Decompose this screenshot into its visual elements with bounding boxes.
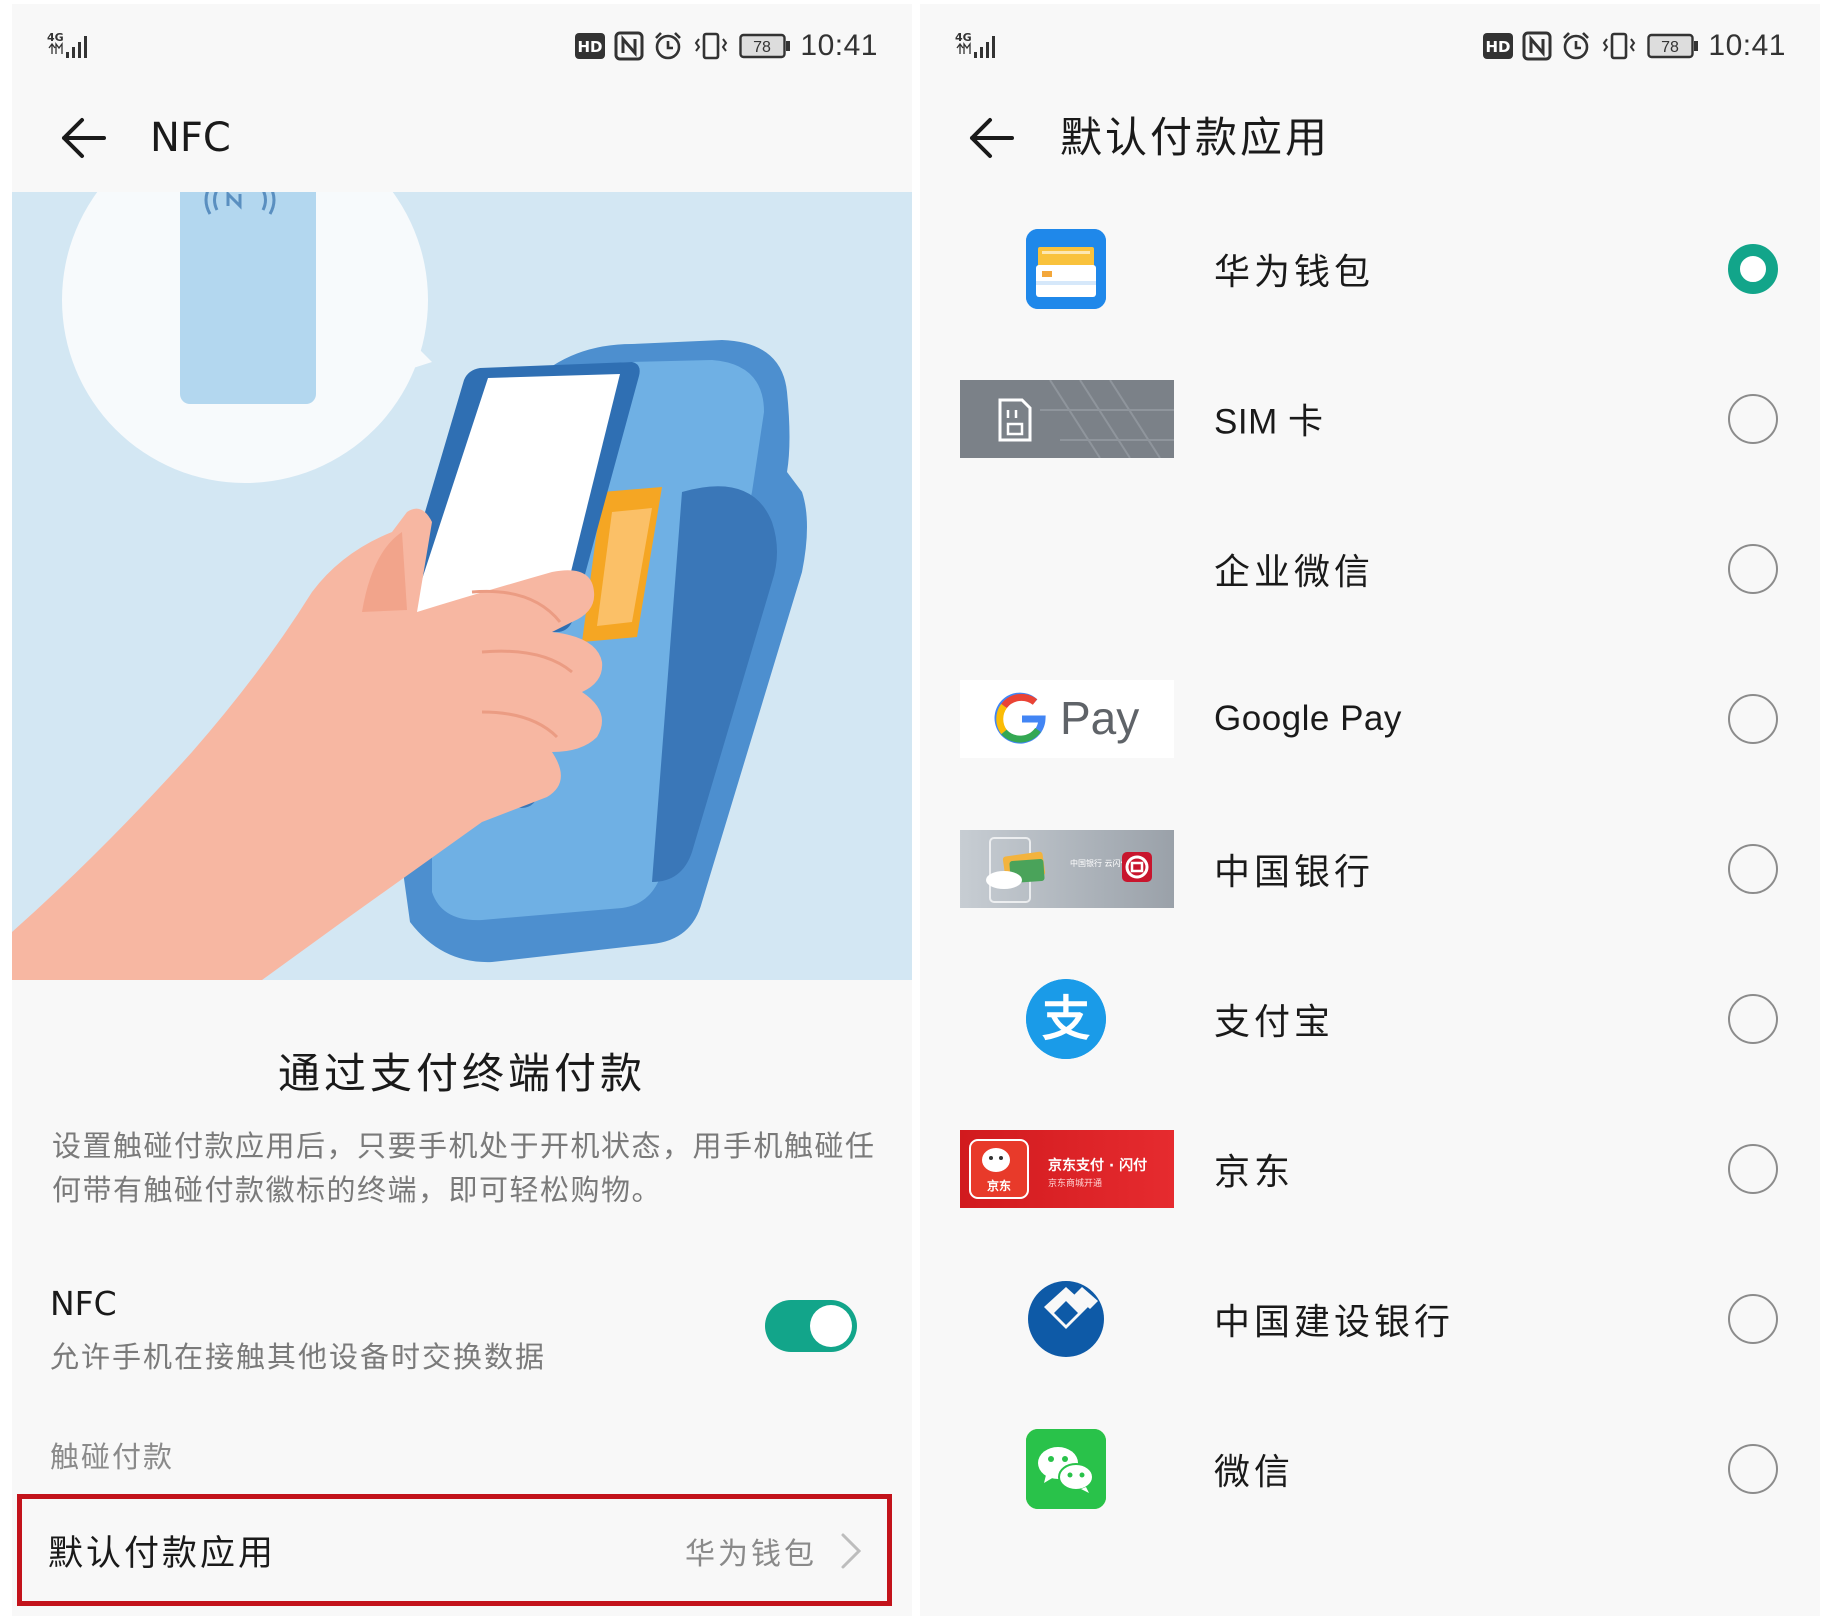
default-payment-value: 华为钱包 (685, 1537, 817, 1572)
svg-text:HD: HD (1486, 38, 1511, 56)
vibrate-icon (1603, 32, 1636, 60)
svg-text:78: 78 (1662, 39, 1680, 56)
clock: 10:41 (1708, 29, 1786, 62)
svg-text:78: 78 (754, 39, 772, 56)
page-title: NFC (150, 115, 231, 161)
svg-text:京东: 京东 (987, 1178, 1011, 1193)
ccb-icon (1026, 1279, 1106, 1359)
back-arrow-icon[interactable] (56, 110, 112, 166)
default-payment-app-screen: 4G HD 78 10:41 默认付款应用 华为钱包 SIM 卡 企业微信 Pa… (920, 4, 1820, 1616)
alarm-icon (655, 32, 682, 60)
payment-option-ccb[interactable]: 中国建设银行 (920, 1259, 1820, 1379)
vibrate-icon (695, 32, 728, 60)
app-name-wecom: 企业微信 (1214, 552, 1375, 593)
radio-google-pay[interactable] (1728, 694, 1778, 744)
app-name-sim-card: SIM 卡 (1214, 402, 1324, 442)
toggle-knob (810, 1305, 852, 1347)
radio-bank-of-china[interactable] (1728, 844, 1778, 894)
sim-card-icon (960, 380, 1174, 458)
radio-huawei-wallet[interactable] (1728, 244, 1778, 294)
svg-text:京东支付 · 闪付: 京东支付 · 闪付 (1048, 1157, 1147, 1174)
title-bar: 默认付款应用 (920, 84, 1820, 194)
alarm-icon (1563, 32, 1590, 60)
status-bar: 4G HD 78 10:41 (920, 4, 1820, 84)
alipay-icon: 支 (1026, 979, 1106, 1059)
cellular-signal-icon: 4G (47, 31, 87, 58)
payment-option-wecom[interactable]: 企业微信 (920, 509, 1820, 629)
payment-option-wechat[interactable]: 微信 (920, 1409, 1820, 1529)
svg-text:Pay: Pay (1060, 692, 1139, 744)
group-label-tap-pay: 触碰付款 (50, 1440, 175, 1474)
page-title: 默认付款应用 (1060, 113, 1331, 162)
svg-text:4G: 4G (955, 31, 972, 44)
chevron-right-icon (841, 1533, 862, 1569)
payment-option-jd[interactable]: 京东 京东支付 · 闪付 京东商城开通 京东 (920, 1109, 1820, 1229)
nfc-toggle-row[interactable]: NFC 允许手机在接触其他设备时交换数据 (12, 1270, 912, 1400)
section-heading: 通过支付终端付款 (277, 1049, 646, 1098)
cellular-signal-icon: 4G (955, 31, 995, 58)
nfc-toggle-switch[interactable] (765, 1300, 857, 1352)
jd-icon: 京东 京东支付 · 闪付 京东商城开通 (960, 1130, 1174, 1208)
app-name-wechat: 微信 (1214, 1452, 1295, 1493)
back-arrow-icon[interactable] (964, 110, 1020, 166)
battery-icon: 78 (1647, 33, 1699, 59)
title-bar: NFC (12, 84, 912, 194)
app-name-huawei-wallet: 华为钱包 (1214, 252, 1375, 293)
payment-option-sim-card[interactable]: SIM 卡 (920, 359, 1820, 479)
bank-of-china-icon: 中国银行 云闪付 (960, 830, 1174, 908)
google-pay-icon: Pay (960, 680, 1174, 758)
payment-option-google-pay[interactable]: Pay Google Pay (920, 659, 1820, 779)
nfc-settings-screen: 4G HD 78 10:41 NFC 通过支付终端付款 设置触碰付款应用后，只要… (12, 4, 912, 1616)
payment-option-bank-of-china[interactable]: 中国银行 云闪付 中国银行 (920, 809, 1820, 929)
svg-text:京东商城开通: 京东商城开通 (1048, 1177, 1102, 1189)
wechat-icon (1026, 1429, 1106, 1509)
svg-text:中国银行 云闪付: 中国银行 云闪付 (1070, 858, 1129, 868)
app-name-alipay: 支付宝 (1214, 1002, 1335, 1043)
default-payment-label: 默认付款应用 (48, 1534, 277, 1574)
nfc-status-icon (614, 31, 644, 61)
radio-wecom[interactable] (1728, 544, 1778, 594)
app-name-jd: 京东 (1214, 1152, 1295, 1193)
app-name-bank-of-china: 中国银行 (1214, 852, 1375, 893)
nfc-status-icon (1522, 31, 1552, 61)
default-payment-app-row[interactable]: 默认付款应用 华为钱包 (17, 1494, 892, 1606)
battery-icon: 78 (739, 33, 791, 59)
clock: 10:41 (800, 29, 878, 62)
svg-text:4G: 4G (47, 31, 64, 44)
nfc-setting-subtitle: 允许手机在接触其他设备时交换数据 (50, 1340, 547, 1374)
tap-to-pay-illustration (12, 192, 912, 980)
radio-wechat[interactable] (1728, 1444, 1778, 1494)
radio-sim-card[interactable] (1728, 394, 1778, 444)
svg-text:支: 支 (1042, 991, 1090, 1047)
hd-voice-icon: HD (575, 33, 606, 59)
radio-alipay[interactable] (1728, 994, 1778, 1044)
hd-voice-icon: HD (1483, 33, 1514, 59)
nfc-setting-title: NFC (50, 1284, 117, 1323)
huawei-wallet-icon (1026, 229, 1106, 309)
description-text: 设置触碰付款应用后，只要手机处于开机状态，用手机触碰任何带有触碰付款徽标的终端，… (52, 1129, 876, 1207)
payment-option-huawei-wallet[interactable]: 华为钱包 (920, 209, 1820, 329)
status-bar: 4G HD 78 10:41 (12, 4, 912, 84)
svg-text:HD: HD (578, 38, 603, 56)
app-name-ccb: 中国建设银行 (1214, 1302, 1455, 1343)
radio-jd[interactable] (1728, 1144, 1778, 1194)
app-name-google-pay: Google Pay (1214, 699, 1402, 738)
payment-option-alipay[interactable]: 支 支付宝 (920, 959, 1820, 1079)
radio-ccb[interactable] (1728, 1294, 1778, 1344)
